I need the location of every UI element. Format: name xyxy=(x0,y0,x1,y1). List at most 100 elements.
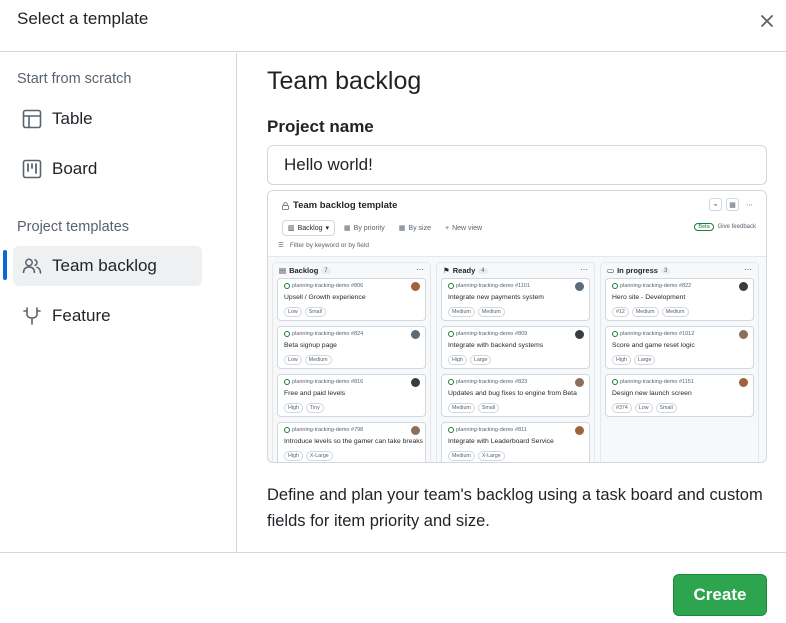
preview-card-ref-text: planning-tracking-demo #811 xyxy=(456,427,527,433)
column-status-icon: ⚑ xyxy=(443,266,450,275)
project-templates-label: Project templates xyxy=(17,219,130,235)
preview-card: planning-tracking-demo #811 Integrate wit… xyxy=(441,422,590,462)
preview-card-ref: planning-tracking-demo #823 xyxy=(448,379,527,385)
sidebar-item-table[interactable]: Table xyxy=(13,99,202,139)
start-from-scratch-label: Start from scratch xyxy=(17,71,132,87)
preview-card: planning-tracking-demo #1151 Design new l… xyxy=(605,374,754,417)
table-icon xyxy=(21,108,43,130)
create-button[interactable]: Create xyxy=(673,574,767,616)
sidebar-item-label: Board xyxy=(52,159,98,178)
preview-card-tag: High xyxy=(612,355,631,365)
column-status-icon: ▭ xyxy=(607,266,615,275)
preview-tab-new-view: + New view xyxy=(440,222,487,235)
preview-card: planning-tracking-demo #1101 Integrate ne… xyxy=(441,278,590,321)
avatar xyxy=(411,282,420,291)
issue-open-icon xyxy=(284,379,290,385)
preview-card-tags: Medium Medium xyxy=(448,307,505,317)
preview-card-title: Upsell / Growth experience xyxy=(284,294,366,301)
kebab-icon: ⋯ xyxy=(580,265,588,274)
issue-open-icon xyxy=(612,379,618,385)
active-indicator xyxy=(3,250,7,280)
template-detail: Team backlog Project name Team backlog t… xyxy=(238,53,786,552)
preview-card-ref: planning-tracking-demo #811 xyxy=(448,427,527,433)
preview-card-title: Score and game reset logic xyxy=(612,342,695,349)
preview-card: planning-tracking-demo #1012 Score and ga… xyxy=(605,326,754,369)
preview-tab-label: New view xyxy=(452,224,483,232)
dialog-title: Select a template xyxy=(17,9,149,28)
preview-card-title: Integrate with Leaderboard Service xyxy=(448,438,554,445)
chevron-down-icon: ▾ xyxy=(325,225,330,232)
preview-card-tags: #374 Low Small xyxy=(612,403,677,413)
preview-column-count: 3 xyxy=(660,267,671,274)
sidebar-item-label: Feature xyxy=(52,306,111,325)
preview-card-tag: Medium xyxy=(448,307,475,317)
preview-card-tags: Low Medium xyxy=(284,355,332,365)
preview-card-title: Integrate new payments system xyxy=(448,294,544,301)
issue-open-icon xyxy=(284,331,290,337)
preview-card: planning-tracking-demo #822 Hero site - D… xyxy=(605,278,754,321)
insights-icon: ⌁ xyxy=(709,198,722,211)
preview-card-ref-text: planning-tracking-demo #824 xyxy=(292,331,364,337)
preview-card-tag: Small xyxy=(477,403,500,413)
preview-card-ref: planning-tracking-demo #1101 xyxy=(448,283,530,289)
preview-card-ref-text: planning-tracking-demo #1101 xyxy=(456,283,530,289)
x-icon[interactable] xyxy=(760,14,774,28)
preview-card-tags: High Large xyxy=(612,355,656,365)
template-description: Define and plan your team's backlog usin… xyxy=(267,486,763,530)
preview-card-title: Introduce levels so the gamer can take b… xyxy=(284,438,424,445)
preview-card-title: Design new launch screen xyxy=(612,390,692,397)
preview-filter: ☰ Filter by keyword or by field xyxy=(278,241,369,250)
preview-card: planning-tracking-demo #806 Upsell / Grow… xyxy=(277,278,426,321)
avatar xyxy=(575,282,584,291)
preview-card-tags: Low Small xyxy=(284,307,326,317)
preview-column-name: Backlog xyxy=(289,266,319,275)
preview-card-tags: High X-Large xyxy=(284,451,333,461)
preview-tab-by-size: ▦ By size xyxy=(394,221,436,235)
preview-card-tag: Small xyxy=(304,307,326,317)
project-name-label: Project name xyxy=(267,117,374,136)
sidebar-item-board[interactable]: Board xyxy=(13,149,202,189)
preview-card-tag: Medium xyxy=(448,451,475,461)
preview-card-tag: High xyxy=(284,403,303,413)
preview-card-title: Beta signup page xyxy=(284,342,337,349)
filter-placeholder: Filter by keyword or by field xyxy=(289,241,369,249)
close-button[interactable] xyxy=(757,11,777,31)
avatar xyxy=(739,378,748,387)
preview-card-tags: Medium Small xyxy=(448,403,500,413)
preview-card: planning-tracking-demo #824 Beta signup p… xyxy=(277,326,426,369)
preview-card-tag: Medium xyxy=(661,307,689,317)
avatar xyxy=(575,378,584,387)
table-icon: ▦ xyxy=(344,225,351,232)
issue-open-icon xyxy=(448,379,454,385)
preview-card: planning-tracking-demo #809 Integrate wit… xyxy=(441,326,590,369)
project-name-input[interactable] xyxy=(267,145,767,185)
preview-card-tags: High Tiny xyxy=(284,403,324,413)
issue-open-icon xyxy=(448,331,454,337)
preview-card-ref-text: planning-tracking-demo #823 xyxy=(456,379,528,385)
preview-card-tag: Low xyxy=(634,403,653,413)
preview-card-tags: Medium X-Large xyxy=(448,451,505,461)
preview-column-count: 7 xyxy=(321,267,331,274)
preview-card-ref: planning-tracking-demo #816 xyxy=(284,379,363,385)
preview-tab-label: By priority xyxy=(353,224,385,232)
template-preview: Team backlog template ⌁ ▦ ⋯ ▥ Backlog ▾ ▦ B… xyxy=(267,190,767,463)
avatar xyxy=(411,378,420,387)
preview-card-ref-text: planning-tracking-demo #809 xyxy=(456,331,528,337)
preview-card-tag: X-Large xyxy=(305,451,333,461)
sidebar-item-feature[interactable]: Feature xyxy=(13,296,202,336)
preview-card-title: Hero site - Development xyxy=(612,294,686,301)
preview-card: planning-tracking-demo #823 Updates and b… xyxy=(441,374,590,417)
preview-card-ref-text: planning-tracking-demo #822 xyxy=(620,283,692,289)
sidebar-item-team-backlog[interactable]: Team backlog xyxy=(13,246,202,286)
preview-tab-backlog: ▥ Backlog ▾ xyxy=(282,220,336,236)
preview-card-tag: X-Large xyxy=(477,451,505,461)
give-feedback-link: Give feedback xyxy=(717,224,756,230)
preview-tab-by-priority: ▦ By priority xyxy=(339,221,390,235)
avatar xyxy=(411,330,420,339)
preview-card-ref: planning-tracking-demo #798 xyxy=(284,427,363,433)
preview-column-header: ▤ Backlog 7 xyxy=(279,266,331,275)
preview-column-header: ⚑ Ready 4 xyxy=(443,266,488,275)
preview-card-ref: planning-tracking-demo #806 xyxy=(284,283,363,289)
preview-card-tag: #374 xyxy=(612,403,632,413)
preview-card: planning-tracking-demo #798 Introduce lev… xyxy=(277,422,426,462)
